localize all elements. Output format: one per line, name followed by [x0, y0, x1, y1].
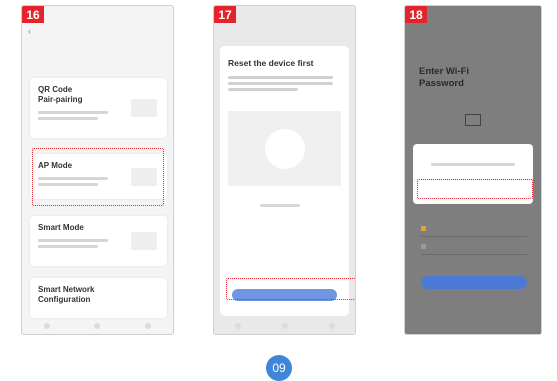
wifi-title: Enter Wi-Fi Password: [419, 66, 470, 89]
phone-screen-16: 16 ‹ QR Code Pair-pairing AP Mode Smart …: [21, 5, 174, 335]
bottom-nav: [22, 318, 173, 334]
mode-illustration: [131, 232, 157, 250]
bottom-nav: [214, 318, 355, 334]
device-illustration: [228, 111, 341, 186]
phone-screen-18: 18 Enter Wi-Fi Password: [404, 5, 542, 335]
back-icon[interactable]: ‹: [28, 26, 31, 36]
step-badge-16: 16: [22, 6, 44, 23]
mode-card-qr-code[interactable]: QR Code Pair-pairing: [30, 78, 167, 138]
lock-icon: [421, 244, 426, 249]
reset-description: [228, 76, 333, 94]
phone-screen-17: 17 Reset the device first: [213, 5, 356, 335]
wifi-field-icon: [421, 226, 426, 231]
reset-sheet: Reset the device first: [220, 46, 349, 316]
page-number: 09: [266, 355, 292, 381]
step-badge-18: 18: [405, 6, 427, 23]
mode-card-smart-mode[interactable]: Smart Mode: [30, 216, 167, 266]
device-icon: [264, 128, 305, 169]
dialog-action-highlight: [417, 179, 533, 199]
ap-mode-highlight: [32, 148, 164, 206]
step-badge-17: 17: [214, 6, 236, 23]
wifi-name-field[interactable]: [421, 224, 527, 237]
reset-heading: Reset the device first: [228, 58, 314, 68]
nav-bar: ‹: [22, 22, 173, 40]
mode-title: Smart Network Configuration: [38, 285, 95, 304]
dialog-message: [431, 163, 515, 166]
password-field[interactable]: [421, 242, 527, 255]
mode-illustration: [131, 99, 157, 117]
mode-card-smart-network[interactable]: Smart Network Configuration: [30, 278, 167, 318]
status-bar: [22, 6, 173, 22]
next-button-highlight: [226, 278, 355, 300]
confirm-button[interactable]: [421, 276, 527, 289]
mode-description: [38, 111, 108, 120]
caption-line: [260, 204, 300, 207]
mode-description: [38, 239, 108, 248]
wifi-icon: [465, 114, 481, 126]
